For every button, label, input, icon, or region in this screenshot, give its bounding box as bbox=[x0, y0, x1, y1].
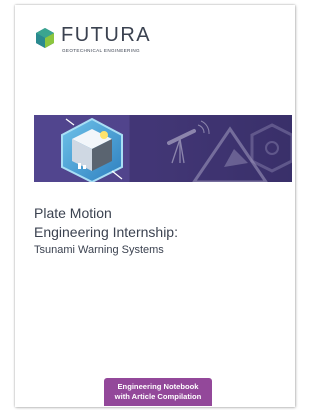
title-line-2: Engineering Internship: bbox=[34, 224, 178, 240]
illustration-banner bbox=[34, 115, 292, 182]
hexagon-logo-icon bbox=[36, 28, 54, 48]
notebook-badge: Engineering Notebook with Article Compil… bbox=[104, 378, 212, 406]
badge-line-1: Engineering Notebook bbox=[117, 382, 199, 391]
document-cover: FUTURA GEOTECHNICAL ENGINEERING Plate Mo… bbox=[15, 5, 295, 407]
document-subtitle: Tsunami Warning Systems bbox=[34, 244, 164, 256]
brand-logo: FUTURA GEOTECHNICAL ENGINEERING bbox=[34, 23, 194, 59]
badge-line-2: with Article Compilation bbox=[114, 392, 202, 401]
title-line-1: Plate Motion bbox=[34, 205, 112, 221]
brand-name: FUTURA bbox=[61, 24, 152, 46]
brand-tagline: GEOTECHNICAL ENGINEERING bbox=[62, 48, 140, 53]
document-title: Plate Motion Engineering Internship: bbox=[34, 204, 284, 242]
